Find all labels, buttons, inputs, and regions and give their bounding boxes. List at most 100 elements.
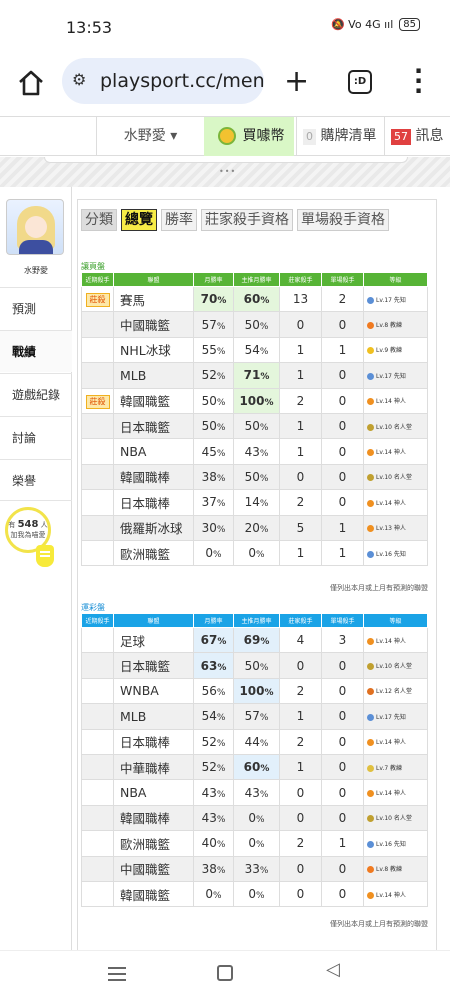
banker-killer-cell: 0 (279, 880, 322, 908)
league-cell[interactable]: 日本職棒 (113, 728, 194, 755)
month-rate-value: 0 (205, 546, 214, 561)
recent-apps-icon[interactable] (108, 967, 126, 981)
home-nav-icon[interactable] (217, 965, 233, 981)
messages-button[interactable]: 57 訊息 (384, 117, 450, 156)
buy-coin-button[interactable]: 買噱幣 (204, 117, 294, 156)
league-cell[interactable]: MLB (113, 703, 194, 730)
single-killer-cell: 1 (321, 336, 364, 364)
fans-line2: 加我為喵愛 (10, 531, 46, 539)
level-cell: Lv.8 教練 (363, 311, 428, 338)
level-icon (367, 372, 374, 380)
month-rate-value: 54 (201, 709, 217, 724)
purchase-list-count: 0 (303, 129, 316, 145)
league-cell[interactable]: 足球 (113, 626, 194, 654)
level-label: Lv.13 神人 (376, 525, 406, 533)
league-cell[interactable]: 日本職棒 (113, 489, 194, 516)
month-rate-value: 52 (201, 760, 217, 775)
tab-category[interactable]: 分類 (81, 209, 117, 231)
sidebar-item-record[interactable]: 戰績 (0, 330, 72, 372)
league-cell[interactable]: 俄羅斯冰球 (113, 514, 194, 541)
league-cell[interactable]: 賽馬 (113, 285, 194, 313)
more-vert-icon[interactable]: · · · (414, 59, 423, 103)
month-rate-value: 30 (201, 520, 217, 535)
home-icon[interactable] (16, 68, 46, 98)
month-rate-cell: 40% (193, 830, 234, 857)
level-label: Lv.8 教練 (376, 322, 403, 330)
main-rate-cell: 50% (233, 652, 280, 679)
league-cell[interactable]: 中華職棒 (113, 753, 194, 781)
main-rate-cell: 57% (233, 703, 280, 730)
recent-killer-cell (81, 362, 114, 389)
league-cell[interactable]: 歐洲職籃 (113, 539, 194, 567)
level-label: Lv.8 教練 (376, 866, 403, 874)
level-cell: Lv.14 神人 (363, 880, 428, 908)
drag-handle[interactable]: ••• (219, 167, 236, 176)
league-cell[interactable]: 日本職籃 (113, 412, 194, 440)
month-rate-value: 37 (201, 495, 217, 510)
main-rate-value: 50 (244, 317, 260, 332)
url-bar[interactable]: ⚙ playsport.cc/men (62, 58, 264, 104)
avatar[interactable] (6, 199, 64, 255)
league-cell[interactable]: 日本職籃 (113, 652, 194, 679)
sidebar-item-discussion[interactable]: 討論 (0, 416, 72, 458)
url-text[interactable]: playsport.cc/men (100, 70, 264, 92)
plus-icon[interactable]: + (284, 64, 309, 99)
tab-banker-killer[interactable]: 莊家殺手資格 (201, 209, 293, 231)
league-cell[interactable]: NBA (113, 438, 194, 465)
league-cell[interactable]: 歐洲職籃 (113, 830, 194, 857)
month-rate-value: 70 (200, 292, 218, 307)
table-row: 日本職籃 50% 50% 1 0 Lv.10 名人堂 (81, 412, 428, 440)
month-rate-cell: 45% (193, 438, 234, 465)
level-cell: Lv.14 神人 (363, 779, 428, 806)
table-row: 歐洲職籃 0% 0% 1 1 Lv.16 先知 (81, 539, 428, 567)
recent-killer-cell (81, 830, 114, 857)
table-row: 俄羅斯冰球 30% 20% 5 1 Lv.13 神人 (81, 514, 428, 541)
table-row: 中國職籃 38% 33% 0 0 Lv.8 教練 (81, 855, 428, 882)
month-rate-cell: 54% (193, 703, 234, 730)
league-cell[interactable]: MLB (113, 362, 194, 389)
main-rate-value: 0 (248, 810, 257, 825)
main-rate-cell: 20% (233, 514, 280, 541)
league-cell[interactable]: WNBA (113, 677, 194, 705)
recent-killer-cell (81, 626, 114, 654)
recent-killer-cell (81, 539, 114, 567)
collapsed-panel (44, 157, 408, 163)
sidebar-item-game-log[interactable]: 遊戲紀錄 (0, 373, 72, 415)
user-dropdown[interactable]: 水野愛 ▾ (96, 117, 204, 156)
league-cell[interactable]: 韓國職籃 (113, 880, 194, 908)
level-icon (367, 449, 374, 457)
league-cell[interactable]: NBA (113, 779, 194, 806)
col-level: 等級 (363, 613, 428, 628)
tab-win-rate[interactable]: 勝率 (161, 209, 197, 231)
league-cell[interactable]: 韓國職棒 (113, 463, 194, 491)
single-killer-cell: 2 (321, 285, 364, 313)
month-rate-cell: 57% (193, 311, 234, 338)
league-cell[interactable]: 中國職籃 (113, 311, 194, 338)
level-label: Lv.16 先知 (376, 550, 406, 558)
back-icon[interactable]: ◁ (326, 959, 340, 980)
tab-overview[interactable]: 總覽 (121, 209, 157, 231)
level-cell: Lv.17 先知 (363, 703, 428, 730)
banker-killer-cell: 0 (279, 463, 322, 491)
level-cell: Lv.10 名人堂 (363, 463, 428, 491)
main-rate-value: 0 (248, 836, 257, 851)
main-rate-value: 60 (243, 760, 261, 775)
sidebar-item-honors[interactable]: 榮譽 (0, 459, 72, 501)
tabs-icon[interactable]: :D (348, 70, 372, 94)
league-cell[interactable]: NHL冰球 (113, 336, 194, 364)
banker-killer-cell: 2 (279, 489, 322, 516)
purchase-list-button[interactable]: 0 購牌清單 (296, 117, 382, 156)
sidebar-item-predict[interactable]: 預測 (0, 287, 72, 329)
league-cell[interactable]: 韓國職籃 (113, 387, 194, 414)
month-rate-cell: 0% (193, 539, 234, 567)
tune-icon[interactable]: ⚙ (72, 70, 86, 89)
tab-single-killer[interactable]: 單場殺手資格 (297, 209, 389, 231)
bulb-icon (36, 545, 54, 567)
level-label: Lv.10 名人堂 (376, 815, 412, 823)
league-cell[interactable]: 韓國職棒 (113, 804, 194, 832)
level-cell: Lv.12 名人堂 (363, 677, 428, 705)
level-cell: Lv.8 教練 (363, 855, 428, 882)
level-label: Lv.17 先知 (376, 372, 406, 380)
league-cell[interactable]: 中國職籃 (113, 855, 194, 882)
single-killer-cell: 0 (321, 804, 364, 832)
